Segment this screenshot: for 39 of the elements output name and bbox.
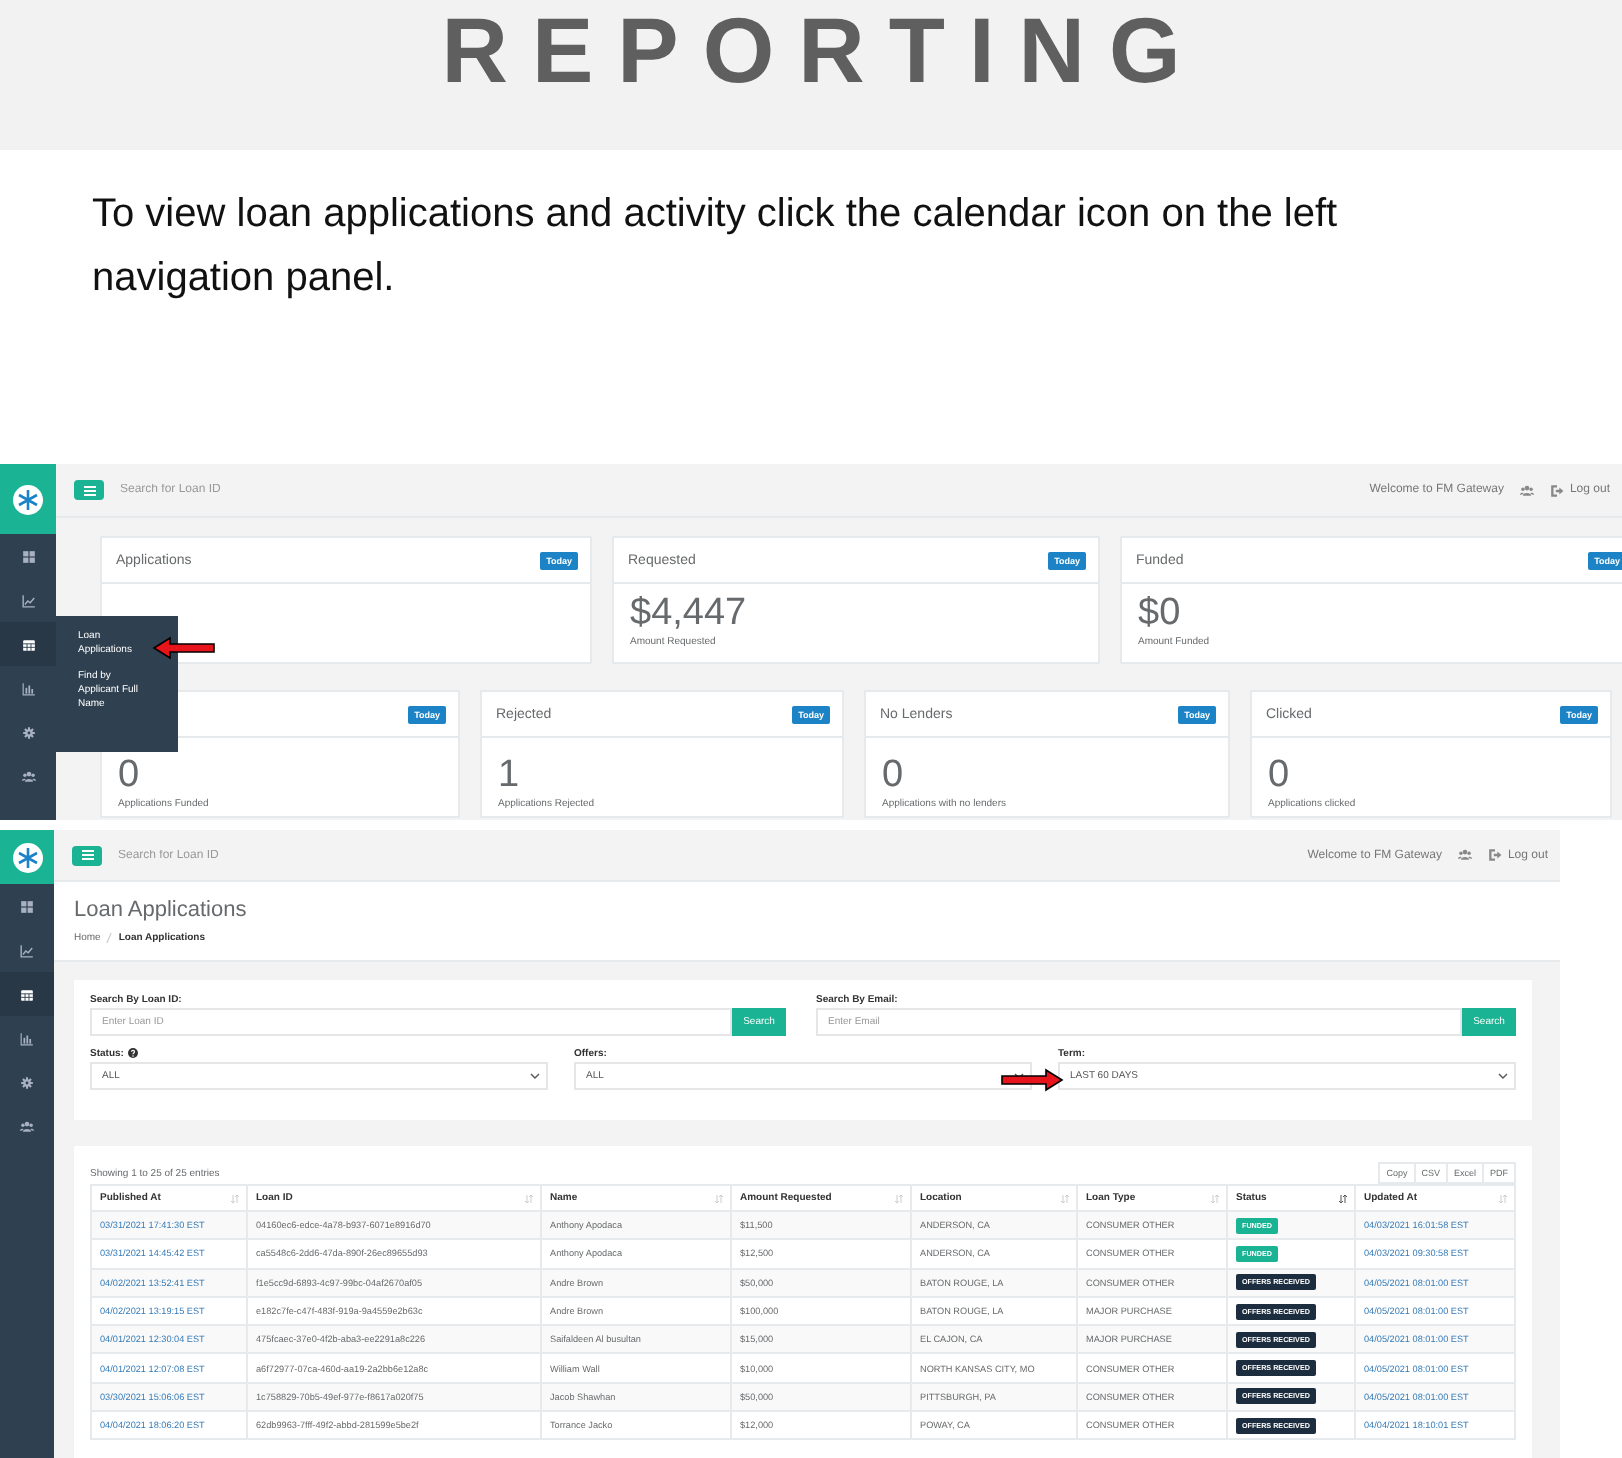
menu-icon bbox=[83, 485, 95, 495]
stat-value: 0 bbox=[882, 754, 906, 798]
help-icon bbox=[127, 1048, 138, 1058]
chevron-icon bbox=[1498, 1072, 1508, 1080]
stat-value: 1 bbox=[498, 754, 522, 798]
bar-chart-icon bbox=[21, 681, 35, 695]
logout-icon bbox=[1549, 483, 1564, 497]
users-icon[interactable] bbox=[1519, 483, 1534, 497]
users-icon bbox=[21, 769, 35, 783]
stat-value: 0 bbox=[1268, 754, 1292, 798]
users-icon[interactable] bbox=[1457, 848, 1472, 862]
logo-icon bbox=[11, 841, 43, 873]
breadcrumb-separator bbox=[106, 932, 113, 944]
grid-icon bbox=[21, 549, 35, 563]
logo-icon bbox=[12, 483, 44, 515]
gear-icon bbox=[20, 1075, 34, 1089]
calendar-icon bbox=[21, 637, 35, 651]
menu-icon bbox=[81, 850, 93, 860]
users-icon bbox=[20, 1119, 34, 1133]
instructions-text: To view loan applications and activity click the calendar icon on the left navigation panel. bbox=[92, 190, 1340, 304]
stat-value: 0 bbox=[118, 754, 142, 798]
calendar-icon bbox=[20, 987, 34, 1001]
menu-button[interactable] bbox=[74, 480, 104, 500]
logout-icon bbox=[1487, 848, 1502, 862]
sidebar-item[interactable] bbox=[0, 972, 54, 1016]
gear-icon bbox=[21, 725, 35, 739]
bar-chart-icon bbox=[20, 1031, 34, 1045]
line-chart-icon bbox=[20, 943, 34, 957]
sidebar-item[interactable] bbox=[0, 622, 56, 666]
line-chart-icon bbox=[21, 593, 35, 607]
page-title: Loan Applications bbox=[74, 898, 249, 924]
grid-icon bbox=[20, 899, 34, 913]
arrow-icon bbox=[152, 636, 216, 660]
chevron-icon bbox=[530, 1072, 540, 1080]
arrow-icon bbox=[1000, 1068, 1064, 1092]
page-heading: REPORTING bbox=[439, 0, 1205, 100]
stat-value: $4,447 bbox=[630, 592, 749, 636]
menu-button[interactable] bbox=[72, 845, 102, 865]
stat-value: $0 bbox=[1138, 592, 1183, 636]
